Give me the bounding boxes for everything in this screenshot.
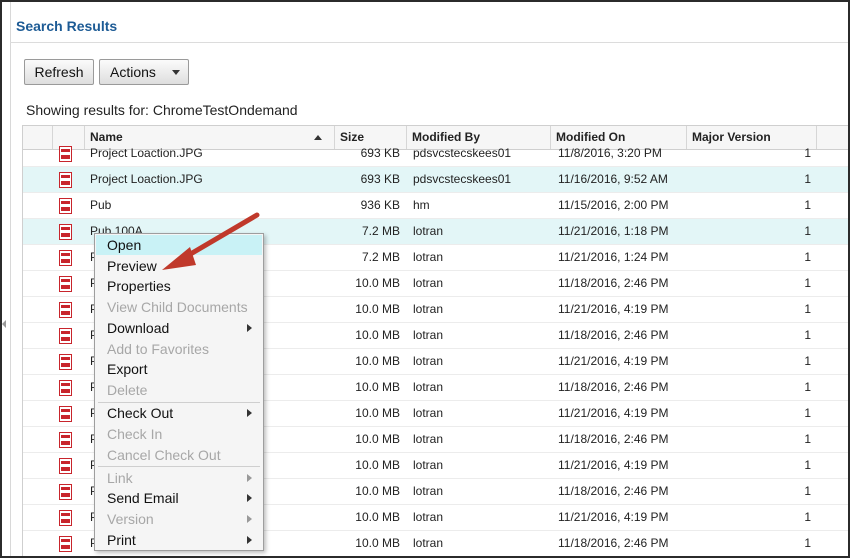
annotation-arrow-icon	[162, 212, 260, 270]
window-frame: Search Results Refresh Actions Showing r…	[0, 0, 850, 558]
